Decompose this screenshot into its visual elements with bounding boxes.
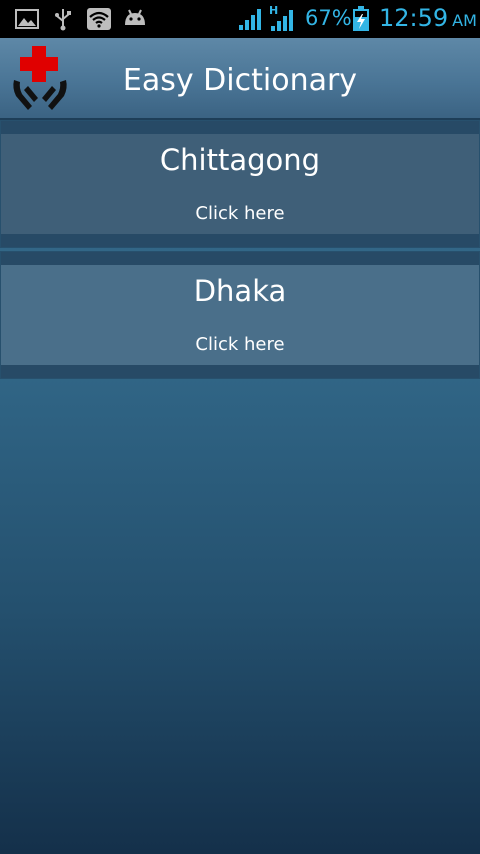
click-here-label[interactable]: Click here (1, 334, 479, 355)
clock-time: 12:59 (379, 4, 449, 32)
battery-charging-icon (353, 6, 369, 31)
city-name: Dhaka (193, 274, 287, 308)
usb-icon (55, 9, 71, 31)
wifi-icon (87, 8, 111, 30)
app-title: Easy Dictionary (122, 63, 358, 98)
city-name: Chittagong (159, 143, 321, 177)
app-screen: Easy Dictionary Chittagong Click here Dh… (0, 38, 480, 854)
card-top-divider (1, 252, 479, 265)
click-here-label[interactable]: Click here (1, 203, 479, 224)
card-bottom-divider (1, 365, 479, 378)
city-card-dhaka[interactable]: Dhaka Click here (0, 251, 480, 379)
signal-icon (239, 9, 261, 30)
action-bar: Easy Dictionary (0, 38, 480, 120)
clock: 12:59 AM (379, 4, 477, 32)
android-icon (125, 9, 145, 25)
city-card-chittagong[interactable]: Chittagong Click here (0, 120, 480, 248)
card-bottom-divider (1, 234, 479, 247)
image-icon (15, 9, 39, 29)
clock-ampm: AM (452, 11, 477, 30)
svg-text:H: H (269, 4, 278, 17)
status-bar: H 67% 12:59 AM (0, 0, 480, 38)
signal-h-icon: H (269, 4, 293, 31)
battery-percent: 67% (305, 6, 352, 30)
card-top-divider (1, 121, 479, 134)
